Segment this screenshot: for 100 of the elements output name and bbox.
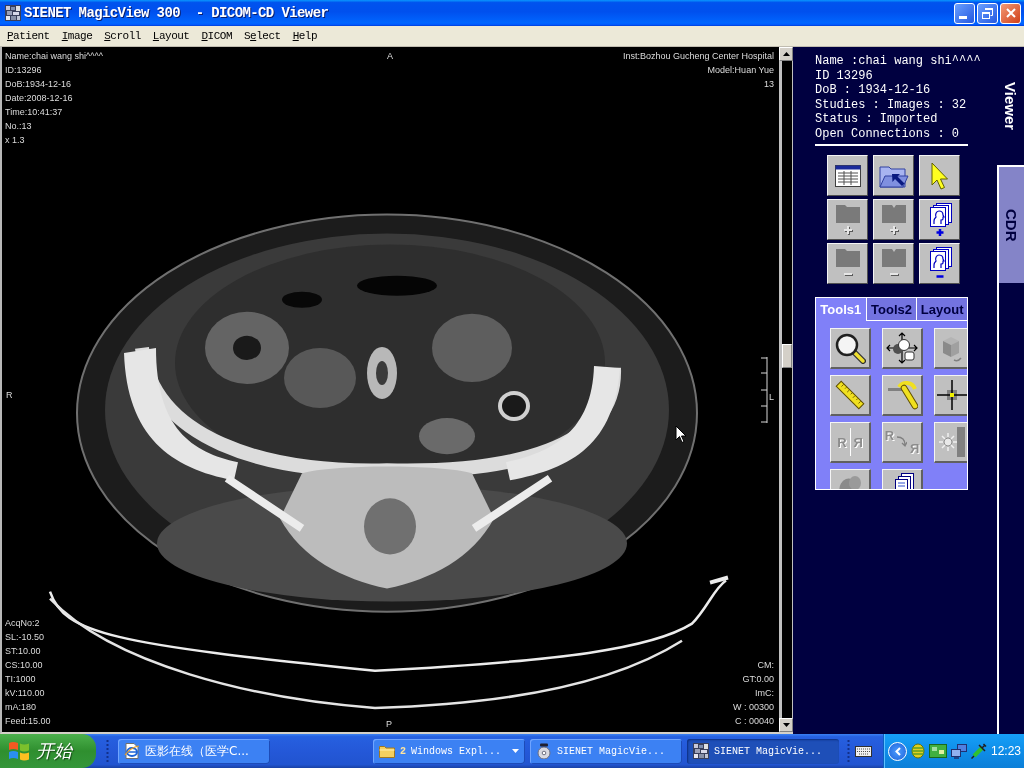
overlay-text: GT:0.00 (742, 673, 774, 686)
overlay-text: AcqNo:2 (5, 617, 41, 630)
menu-item[interactable]: Patient (7, 30, 50, 42)
table-icon (834, 164, 861, 187)
overlay-text: ID:13296 (5, 64, 43, 77)
menu-item[interactable]: Layout (152, 30, 190, 42)
scale-marks-icon (759, 357, 768, 423)
overlay-text: Name:chai wang shi^^^^ (5, 50, 103, 63)
overlay-text: C : 00040 (734, 715, 774, 728)
menu-item[interactable]: Scroll (104, 30, 141, 42)
overlay-text: mA:180 (5, 701, 38, 714)
side-tab[interactable]: CDR (997, 165, 1024, 283)
patient-info-text: DoB : 1934-12-16 (815, 83, 932, 98)
brightness-icon (937, 427, 965, 457)
toolbar-button[interactable] (873, 155, 914, 196)
syringe-icon[interactable] (971, 743, 987, 759)
taskbar-button[interactable]: SIENET MagicVie... (530, 738, 682, 764)
restore-icon (982, 7, 993, 19)
orientation-label: A (387, 50, 393, 63)
curved-arrow-icon (897, 436, 907, 448)
close-button[interactable] (1000, 2, 1021, 24)
clock-text: 12:23 (991, 744, 1022, 758)
taskbar-button[interactable]: SIENET MagicVie... (687, 738, 839, 764)
grip-icon (106, 739, 109, 763)
overlay-text: DoB:1934-12-16 (5, 78, 73, 91)
taskbar-button[interactable]: 2 Windows Expl... (373, 738, 525, 764)
ball-icon[interactable] (911, 743, 925, 759)
chevron-left-icon (894, 746, 901, 756)
overlay-text: Model:Huan Yue (707, 64, 774, 77)
up-arrow-icon (782, 52, 790, 56)
overlay-text: ST:10.00 (5, 645, 42, 658)
ruler-icon (834, 379, 866, 411)
minimize-button[interactable] (954, 2, 975, 24)
overlay-text: Date:2008-12-16 (5, 92, 74, 105)
patient-info-text: ID 13296 (815, 68, 874, 83)
circuit-board-icon[interactable] (929, 744, 947, 758)
tool-button[interactable] (830, 328, 871, 369)
overlay-text: Time:10:41:37 (5, 106, 64, 119)
app-icon (693, 743, 709, 759)
scroll-up-button[interactable] (779, 47, 793, 61)
scroll-down-button[interactable] (779, 718, 793, 732)
app-icon (5, 5, 21, 21)
taskbar-button[interactable]: 医影在线（医学C... (118, 738, 270, 764)
overlay-text: CM: (757, 659, 774, 672)
overlay-text: No.:13 (5, 120, 33, 133)
grip-icon (847, 739, 850, 763)
patient-info-text: Name :chai wang shi^^^^ (815, 54, 982, 69)
tab[interactable]: Tools1 (815, 297, 866, 321)
overlay-text: CS:10.00 (5, 659, 44, 672)
toolbar-button[interactable] (919, 243, 960, 284)
window-title: SIENET MagicView 300 - DICOM-CD Viewer (24, 5, 329, 21)
overlay-text: Feed:15.00 (5, 715, 51, 728)
box-plus-icon (880, 203, 907, 236)
toolbar-button[interactable] (919, 155, 960, 196)
tool-button[interactable] (882, 469, 923, 489)
tool-button[interactable] (934, 375, 967, 416)
restore-button[interactable] (977, 2, 998, 24)
pointer-icon (930, 161, 949, 190)
keyboard-icon[interactable] (855, 745, 872, 757)
tool-button[interactable] (882, 328, 923, 369)
toolbar-button[interactable] (919, 199, 960, 240)
patient-info-text: Status : Imported (815, 112, 939, 127)
folder-icon (379, 744, 395, 758)
down-arrow-icon (782, 723, 790, 727)
overlay-text: Inst:Bozhou Gucheng Center Hospital (622, 50, 774, 63)
overlay-text: SL:-10.50 (5, 631, 46, 644)
start-button[interactable]: 开始 (0, 734, 96, 768)
scrollbar-thumb[interactable] (782, 344, 792, 368)
patient-info-text: Open Connections : 0 (815, 126, 961, 141)
menu-item[interactable]: Select (244, 30, 281, 42)
crosshair-icon (937, 380, 967, 410)
cursor-icon (675, 425, 687, 444)
menu-item[interactable]: Help (292, 30, 318, 42)
tab[interactable]: Layout (916, 297, 968, 321)
windows-logo-icon (8, 741, 30, 761)
orientation-label: L (769, 391, 774, 404)
menu-item[interactable]: Image (61, 30, 93, 42)
overlay-text: kV:110.00 (5, 687, 46, 700)
tab[interactable]: Tools2 (865, 297, 917, 321)
magnifier-icon (834, 332, 866, 364)
overlay-text: TI:1000 (5, 673, 37, 686)
angle-icon (886, 379, 918, 411)
toolbar-button[interactable] (827, 155, 868, 196)
close-icon (1005, 8, 1016, 18)
tool-button[interactable] (830, 375, 871, 416)
overlay-text: x 1.3 (5, 134, 26, 147)
orientation-label: R (6, 389, 13, 402)
document-icon (124, 743, 140, 759)
minimize-icon (959, 15, 967, 19)
folder-plus-icon (834, 203, 861, 236)
patient-info-text: Studies : Images : 32 (815, 97, 968, 112)
move-arrows-icon (886, 332, 918, 364)
overlay-text: ImC: (755, 687, 774, 700)
overlay-text: W : 00300 (732, 701, 774, 714)
overlay-text: 13 (764, 78, 774, 91)
menu-item[interactable]: DICOM (201, 30, 232, 42)
caret-icon (512, 749, 519, 753)
orientation-label: P (386, 718, 392, 731)
network-icon[interactable] (951, 743, 967, 759)
show-icons-button[interactable] (888, 741, 907, 761)
